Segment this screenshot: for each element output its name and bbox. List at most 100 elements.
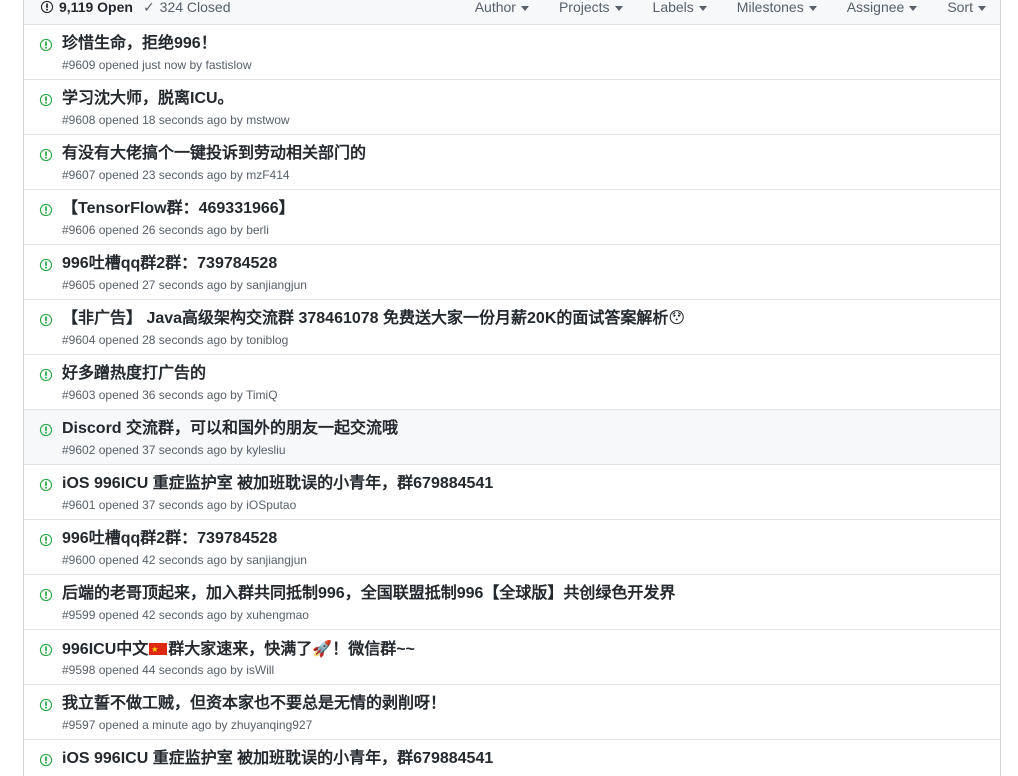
- issue-author-link[interactable]: isWill: [246, 663, 274, 677]
- issue-time: opened 44 seconds ago: [98, 663, 227, 677]
- issue-time: opened 36 seconds ago: [98, 388, 227, 402]
- issue-row[interactable]: 【非广告】 Java高级架构交流群 378461078 免费送大家一份月薪20K…: [24, 300, 1000, 355]
- issue-author-link[interactable]: mstwow: [246, 113, 289, 127]
- issue-time: opened 26 seconds ago: [98, 223, 227, 237]
- issue-number: #9601: [62, 498, 96, 512]
- issue-title-link[interactable]: 好多蹭热度打广告的: [62, 364, 206, 384]
- filter-label: Projects: [558, 0, 610, 15]
- issue-meta: #9608 opened 18 seconds ago by mstwow: [62, 112, 290, 128]
- rocket-icon: 🚀: [312, 639, 333, 658]
- issue-author-link[interactable]: toniblog: [246, 333, 288, 347]
- issue-author-link[interactable]: xuhengmao: [246, 608, 309, 622]
- issue-row[interactable]: Discord 交流群，可以和国外的朋友一起交流哦 #9602 opened 3…: [24, 410, 1000, 465]
- issue-author-link[interactable]: TimiQ: [246, 388, 278, 402]
- issue-title-link[interactable]: iOS 996ICU 重症监护室 被加班耽误的小青年，群679884541: [62, 749, 493, 769]
- filter-label: Milestones: [736, 0, 804, 15]
- issue-meta: #9604 opened 28 seconds ago by toniblog: [62, 332, 288, 348]
- filter-bar: Author Projects Labels Milestones Assign…: [445, 0, 986, 15]
- issue-row[interactable]: 【TensorFlow群：469331966】 #9606 opened 26 …: [24, 190, 1000, 245]
- closed-issues-tab[interactable]: ✓ 324 Closed: [143, 0, 231, 16]
- issue-meta: #9606 opened 26 seconds ago by berli: [62, 222, 269, 238]
- issue-author-link[interactable]: sanjiangjun: [246, 553, 307, 567]
- filter-label: Author: [474, 0, 516, 15]
- issue-row[interactable]: 有没有大佬搞个一键投诉到劳动相关部门的 #9607 opened 23 seco…: [24, 135, 1000, 190]
- issue-title-link[interactable]: 【TensorFlow群：469331966】: [62, 199, 295, 219]
- issue-time: opened 27 seconds ago: [98, 278, 227, 292]
- by-word: by: [230, 663, 243, 677]
- issue-title-link[interactable]: 996吐槽qq群2群：739784528: [62, 529, 277, 549]
- issue-opened-icon: [39, 533, 53, 547]
- issue-meta: #9602 opened 37 seconds ago by kylesliu: [62, 442, 286, 458]
- issue-title-link[interactable]: 后端的老哥顶起来，加入群共同抵制996，全国联盟抵制996【全球版】共创绿色开发…: [62, 584, 675, 604]
- issue-title-link[interactable]: 有没有大佬搞个一键投诉到劳动相关部门的: [62, 144, 366, 164]
- issue-title-link[interactable]: 学习沈大师，脱离ICU。: [62, 89, 234, 109]
- issue-row[interactable]: 后端的老哥顶起来，加入群共同抵制996，全国联盟抵制996【全球版】共创绿色开发…: [24, 575, 1000, 630]
- issue-number: #9603: [62, 388, 96, 402]
- issue-number: #9599: [62, 608, 96, 622]
- issue-opened-icon: [39, 258, 53, 272]
- issue-number: #9608: [62, 113, 96, 127]
- issue-row[interactable]: 好多蹭热度打广告的 #9603 opened 36 seconds ago by…: [24, 355, 1000, 410]
- filter-label: Labels: [652, 0, 694, 15]
- issue-row[interactable]: 996ICU中文 群大家速来，快满了🚀！微信群~~ #9598 opened 44…: [24, 630, 1000, 685]
- issue-title-link[interactable]: iOS 996ICU 重症监护室 被加班耽误的小青年，群679884541: [62, 474, 493, 494]
- issue-opened-icon: [39, 148, 53, 162]
- filter-milestones[interactable]: Milestones: [737, 0, 817, 15]
- issue-title-link[interactable]: 珍惜生命，拒绝996！: [62, 34, 217, 54]
- issue-row[interactable]: 珍惜生命，拒绝996！ #9609 opened just now by fas…: [24, 25, 1000, 80]
- filter-assignee[interactable]: Assignee: [847, 0, 918, 15]
- issue-time: opened 42 seconds ago: [98, 608, 227, 622]
- issue-author-link[interactable]: zhuyanqing927: [231, 718, 312, 732]
- issue-number: #9600: [62, 553, 96, 567]
- issue-title-part: 群大家速来，快满了: [168, 641, 313, 658]
- issue-author-link[interactable]: mzF414: [246, 168, 289, 182]
- issue-states: 9,119 Open ✓ 324 Closed: [40, 0, 445, 16]
- issue-number: #9605: [62, 278, 96, 292]
- issue-author-link[interactable]: fastislow: [206, 58, 252, 72]
- issue-meta: #9600 opened 42 seconds ago by sanjiangj…: [62, 552, 307, 568]
- issue-title-link[interactable]: 996ICU中文 群大家速来，快满了🚀！微信群~~: [62, 639, 415, 660]
- issue-time: opened just now: [98, 58, 187, 72]
- filter-projects[interactable]: Projects: [559, 0, 623, 15]
- caret-down-icon: [909, 5, 918, 11]
- issue-author-link[interactable]: berli: [246, 223, 269, 237]
- filter-author[interactable]: Author: [475, 0, 529, 15]
- issue-row[interactable]: 996吐槽qq群2群：739784528 #9605 opened 27 sec…: [24, 245, 1000, 300]
- issue-opened-icon: [39, 203, 53, 217]
- issue-time: opened 42 seconds ago: [98, 553, 227, 567]
- issue-number: #9602: [62, 443, 96, 457]
- by-word: by: [230, 168, 243, 182]
- issue-row[interactable]: 我立誓不做工贼，但资本家也不要总是无情的剥削呀！ #9597 opened a …: [24, 685, 1000, 740]
- issue-opened-icon: [39, 478, 53, 492]
- issue-title-link[interactable]: 我立誓不做工贼，但资本家也不要总是无情的剥削呀！: [62, 694, 446, 714]
- open-issues-tab[interactable]: 9,119 Open: [40, 0, 133, 15]
- caret-down-icon: [614, 5, 623, 11]
- issue-opened-icon: [39, 423, 53, 437]
- issue-meta: #9601 opened 37 seconds ago by iOSputao: [62, 497, 296, 513]
- issue-row[interactable]: 学习沈大师，脱离ICU。 #9608 opened 18 seconds ago…: [24, 80, 1000, 135]
- issue-title-link[interactable]: 【非广告】 Java高级架构交流群 378461078 免费送大家一份月薪20K…: [62, 309, 685, 329]
- caret-down-icon: [520, 5, 529, 11]
- issue-meta: #9603 opened 36 seconds ago by TimiQ: [62, 387, 278, 403]
- filter-labels[interactable]: Labels: [653, 0, 707, 15]
- caret-down-icon: [808, 5, 817, 11]
- issue-meta: #9599 opened 42 seconds ago by xuhengmao: [62, 607, 309, 623]
- issue-number: #9607: [62, 168, 96, 182]
- issue-author-link[interactable]: sanjiangjun: [246, 278, 307, 292]
- filter-sort[interactable]: Sort: [947, 0, 986, 15]
- issue-author-link[interactable]: iOSputao: [246, 498, 296, 512]
- issue-title-link[interactable]: Discord 交流群，可以和国外的朋友一起交流哦: [62, 419, 398, 439]
- issue-meta: #9605 opened 27 seconds ago by sanjiangj…: [62, 277, 307, 293]
- issue-author-link[interactable]: kylesliu: [246, 443, 285, 457]
- filter-label: Sort: [947, 0, 973, 15]
- issue-row[interactable]: 996吐槽qq群2群：739784528 #9600 opened 42 sec…: [24, 520, 1000, 575]
- issue-opened-icon: [39, 753, 53, 767]
- issue-row[interactable]: iOS 996ICU 重症监护室 被加班耽误的小青年，群679884541 #9…: [24, 465, 1000, 520]
- issue-title-part: 996ICU中文: [62, 641, 149, 658]
- issue-number: #9609: [62, 58, 96, 72]
- issue-row[interactable]: iOS 996ICU 重症监护室 被加班耽误的小青年，群679884541: [24, 740, 1000, 776]
- china-flag-icon: [149, 640, 168, 660]
- issue-title-link[interactable]: 996吐槽qq群2群：739784528: [62, 254, 277, 274]
- issue-number: #9598: [62, 663, 96, 677]
- issue-time: opened 28 seconds ago: [98, 333, 227, 347]
